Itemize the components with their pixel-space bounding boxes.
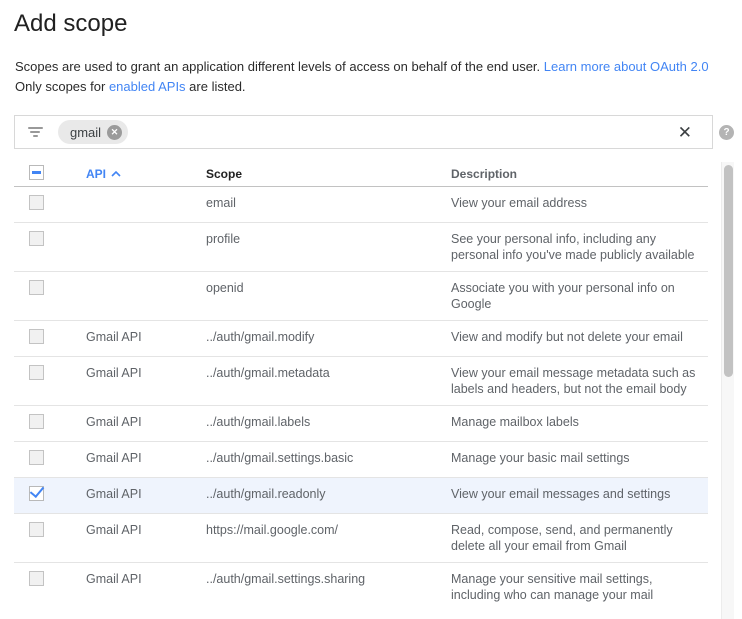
- row-description: Manage mailbox labels: [451, 414, 708, 430]
- scope-filter-input[interactable]: gmail ✕ ✕: [14, 115, 713, 149]
- row-description: Read, compose, send, and permanently del…: [451, 522, 708, 554]
- column-header-scope[interactable]: Scope: [206, 167, 451, 181]
- row-description: View and modify but not delete your emai…: [451, 329, 708, 345]
- row-scope: ../auth/gmail.settings.sharing: [206, 571, 451, 587]
- oauth-learn-more-link[interactable]: Learn more about OAuth 2.0: [544, 59, 709, 74]
- row-api: Gmail API: [86, 450, 206, 466]
- row-checkbox[interactable]: [29, 522, 44, 537]
- description-line1: Scopes are used to grant an application …: [15, 59, 544, 74]
- row-checkbox-cell: [29, 280, 86, 299]
- row-scope: openid: [206, 280, 451, 296]
- page-description: Scopes are used to grant an application …: [15, 57, 734, 97]
- row-checkbox[interactable]: [29, 280, 44, 295]
- row-checkbox[interactable]: [29, 365, 44, 380]
- table-scrollbar-thumb[interactable]: [724, 165, 733, 377]
- description-line2-suffix: are listed.: [186, 79, 246, 94]
- row-checkbox-cell: [29, 571, 86, 590]
- row-checkbox[interactable]: [29, 486, 44, 501]
- row-scope: https://mail.google.com/: [206, 522, 451, 538]
- table-row[interactable]: openidAssociate you with your personal i…: [14, 272, 708, 321]
- row-checkbox-cell: [29, 522, 86, 541]
- table-header-row: API Scope Description: [14, 162, 708, 187]
- clear-filter-icon[interactable]: ✕: [672, 124, 698, 141]
- row-scope: ../auth/gmail.settings.basic: [206, 450, 451, 466]
- table-row[interactable]: Gmail API../auth/gmail.settings.sharingM…: [14, 563, 708, 611]
- row-checkbox[interactable]: [29, 195, 44, 210]
- row-description: View your email message metadata such as…: [451, 365, 708, 397]
- row-checkbox-cell: [29, 414, 86, 433]
- filter-toolbar: gmail ✕ ✕ ?: [14, 115, 734, 149]
- chip-remove-icon[interactable]: ✕: [107, 125, 122, 140]
- filter-list-icon: [27, 127, 43, 137]
- page-title: Add scope: [14, 10, 734, 38]
- row-checkbox[interactable]: [29, 231, 44, 246]
- add-scope-dialog: Add scope Scopes are used to grant an ap…: [0, 0, 742, 611]
- column-header-description[interactable]: Description: [451, 167, 708, 181]
- row-checkbox[interactable]: [29, 571, 44, 586]
- filter-chip-gmail[interactable]: gmail ✕: [58, 120, 128, 144]
- row-scope: ../auth/gmail.modify: [206, 329, 451, 345]
- row-scope: ../auth/gmail.metadata: [206, 365, 451, 381]
- table-row[interactable]: Gmail APIhttps://mail.google.com/Read, c…: [14, 514, 708, 563]
- row-api: Gmail API: [86, 329, 206, 345]
- row-scope: email: [206, 195, 451, 211]
- filter-chip-label: gmail: [70, 125, 101, 140]
- row-api: Gmail API: [86, 522, 206, 538]
- table-row[interactable]: Gmail API../auth/gmail.labelsManage mail…: [14, 406, 708, 442]
- row-description: Associate you with your personal info on…: [451, 280, 708, 312]
- select-all-checkbox[interactable]: [29, 165, 44, 180]
- row-api: Gmail API: [86, 414, 206, 430]
- row-api: Gmail API: [86, 571, 206, 587]
- scopes-table: API Scope Description emailView your ema…: [14, 162, 722, 611]
- row-scope: ../auth/gmail.labels: [206, 414, 451, 430]
- enabled-apis-link[interactable]: enabled APIs: [109, 79, 186, 94]
- row-checkbox-cell: [29, 486, 86, 505]
- row-description: Manage your basic mail settings: [451, 450, 708, 466]
- header-checkbox-cell: [29, 165, 86, 183]
- row-checkbox-cell: [29, 195, 86, 214]
- row-checkbox-cell: [29, 329, 86, 348]
- table-row[interactable]: Gmail API../auth/gmail.metadataView your…: [14, 357, 708, 406]
- table-row[interactable]: emailView your email address: [14, 187, 708, 223]
- row-scope: ../auth/gmail.readonly: [206, 486, 451, 502]
- row-description: View your email address: [451, 195, 708, 211]
- row-checkbox-cell: [29, 450, 86, 469]
- sort-ascending-icon: [111, 171, 121, 177]
- description-line2-prefix: Only scopes for: [15, 79, 109, 94]
- table-row[interactable]: Gmail API../auth/gmail.modifyView and mo…: [14, 321, 708, 357]
- row-checkbox-cell: [29, 231, 86, 250]
- row-api: Gmail API: [86, 486, 206, 502]
- row-api: Gmail API: [86, 365, 206, 381]
- row-scope: profile: [206, 231, 451, 247]
- row-checkbox[interactable]: [29, 450, 44, 465]
- table-row[interactable]: Gmail API../auth/gmail.readonlyView your…: [14, 478, 708, 514]
- table-row[interactable]: Gmail API../auth/gmail.settings.basicMan…: [14, 442, 708, 478]
- help-icon[interactable]: ?: [719, 125, 734, 140]
- row-checkbox[interactable]: [29, 329, 44, 344]
- table-row[interactable]: profileSee your personal info, including…: [14, 223, 708, 272]
- row-description: Manage your sensitive mail settings, inc…: [451, 571, 708, 603]
- table-body: emailView your email addressprofileSee y…: [14, 187, 722, 611]
- row-description: See your personal info, including any pe…: [451, 231, 708, 263]
- column-header-api[interactable]: API: [86, 167, 206, 181]
- row-checkbox-cell: [29, 365, 86, 384]
- table-scrollbar-track[interactable]: [721, 162, 734, 619]
- row-checkbox[interactable]: [29, 414, 44, 429]
- row-description: View your email messages and settings: [451, 486, 708, 502]
